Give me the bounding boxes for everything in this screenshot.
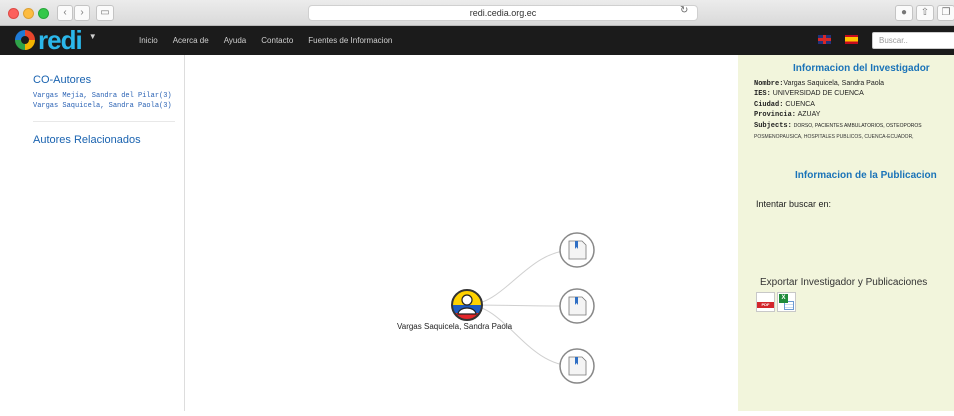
share-icon[interactable]: ⇧ (916, 5, 934, 21)
tabs-icon[interactable]: ❐ (937, 5, 954, 21)
pdf-export-icon[interactable]: PDF (756, 292, 775, 312)
search-input[interactable]: Buscar.. (872, 32, 954, 49)
name-value: Vargas Saquicela, Sandra Paola (783, 80, 885, 87)
author-node[interactable] (451, 289, 483, 321)
author-graph: Vargas Saquicela, Sandra Paola (186, 55, 738, 411)
publication-node[interactable] (559, 232, 595, 268)
nav-links: Inicio Acerca de Ayuda Contacto Fuentes … (139, 26, 407, 55)
graph-edge (466, 304, 575, 367)
forward-button[interactable]: › (74, 5, 90, 21)
privacy-icon[interactable]: ● (895, 5, 913, 21)
province-label: Provincia: (754, 111, 797, 119)
publication-info-title: Informacion de la Publicacion (795, 170, 937, 181)
english-flag-icon[interactable] (818, 35, 831, 44)
investigator-info-title: Informacion del Investigador (793, 63, 930, 74)
name-label: Nombre: (754, 80, 784, 88)
site-navbar: redi ▼ Inicio Acerca de Ayuda Contacto F… (0, 26, 954, 55)
ies-label: IES: (754, 90, 771, 98)
export-label: Exportar Investigador y Publicaciones (760, 277, 928, 288)
pdf-badge: PDF (757, 302, 774, 308)
graph-edge (466, 249, 575, 306)
coauthors-title: CO-Autores (33, 74, 92, 86)
nav-ayuda[interactable]: Ayuda (224, 36, 247, 45)
publication-node[interactable] (559, 288, 595, 324)
subjects-continued: POSMENOPAUSICA, HOSPITALES PUBLICOS, CUE… (754, 134, 914, 140)
city-value: CUENCA (785, 101, 815, 108)
city-label: Ciudad: (754, 101, 784, 109)
excel-export-icon[interactable]: X (777, 292, 796, 312)
coauthor-link[interactable]: Vargas Saquicela, Sandra Paola(3) (33, 102, 172, 110)
investigator-province-row: Provincia: AZUAY (754, 111, 820, 119)
user-icon (461, 294, 473, 306)
related-authors-title: Autores Relacionados (33, 134, 141, 146)
coauthor-link[interactable]: Vargas Mejía, Sandra del Pilar(3) (33, 92, 172, 100)
logo-flower-icon (15, 30, 35, 50)
publication-node[interactable] (559, 348, 595, 384)
investigator-city-row: Ciudad: CUENCA (754, 101, 815, 109)
info-panel: Informacion del Investigador Nombre:Varg… (738, 55, 954, 411)
reload-icon[interactable]: ↻ (680, 5, 688, 16)
investigator-name-row: Nombre:Vargas Saquicela, Sandra Paola (754, 80, 884, 88)
address-bar[interactable]: redi.cedia.org.ec (308, 5, 698, 21)
close-window-button[interactable] (8, 8, 19, 19)
site-logo[interactable]: redi ▼ (15, 27, 97, 53)
sidebar-toggle-icon[interactable]: ▭ (96, 5, 114, 21)
nav-acerca-de[interactable]: Acerca de (173, 36, 209, 45)
province-value: AZUAY (797, 111, 821, 118)
ies-value: UNIVERSIDAD DE CUENCA (772, 90, 864, 97)
maximize-window-button[interactable] (38, 8, 49, 19)
back-button[interactable]: ‹ (57, 5, 73, 21)
nav-fuentes[interactable]: Fuentes de Informacion (308, 36, 392, 45)
author-node-label: Vargas Saquicela, Sandra Paola (397, 322, 513, 331)
investigator-subjects-row: Subjects: DORSO, PACIENTES AMBULATORIOS,… (754, 122, 922, 130)
graph-edge (466, 304, 575, 307)
divider (33, 121, 175, 122)
spanish-flag-icon[interactable] (845, 35, 858, 44)
chevron-down-icon[interactable]: ▼ (89, 32, 97, 41)
nav-contacto[interactable]: Contacto (261, 36, 293, 45)
minimize-window-button[interactable] (23, 8, 34, 19)
coauthors-sidebar: CO-Autores Vargas Mejía, Sandra del Pila… (0, 55, 185, 411)
search-in-label: Intentar buscar en: (756, 199, 832, 209)
excel-x-icon: X (779, 294, 788, 303)
subjects-label: Subjects: (754, 122, 792, 130)
subjects-value: DORSO, PACIENTES AMBULATORIOS, OSTEOPORO… (793, 123, 922, 129)
investigator-ies-row: IES: UNIVERSIDAD DE CUENCA (754, 90, 864, 98)
logo-text: redi (38, 25, 83, 55)
graph-canvas (451, 232, 595, 384)
nav-inicio[interactable]: Inicio (139, 36, 158, 45)
browser-toolbar: ‹ › ▭ redi.cedia.org.ec ↻ ● ⇧ ❐ (0, 0, 954, 26)
